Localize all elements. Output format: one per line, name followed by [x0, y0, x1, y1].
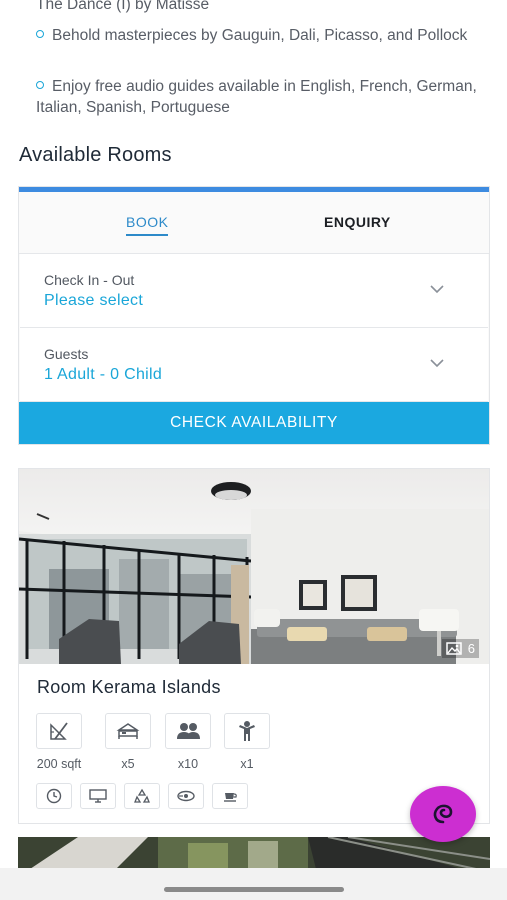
chat-fab-button[interactable]: [410, 786, 476, 842]
tab-book[interactable]: BOOK: [126, 214, 169, 236]
spec-beds: x5: [105, 713, 151, 771]
image-icon: [446, 642, 462, 655]
amenity-recycle: [124, 783, 160, 809]
tab-enquiry[interactable]: ENQUIRY: [324, 214, 391, 230]
check-in-out-label: Check In - Out: [44, 272, 135, 288]
fan-icon: [177, 790, 195, 802]
intro-top-line: The Dance (I) by Matisse: [36, 0, 210, 13]
amenity-coffee: [212, 783, 248, 809]
spec-adults: x10: [165, 713, 211, 771]
coffee-icon: [224, 793, 237, 802]
system-bottom-bar: [0, 868, 507, 900]
bed-icon: [116, 723, 140, 739]
circle-bullet-icon: [36, 81, 44, 89]
room-name[interactable]: Room Kerama Islands: [37, 677, 221, 698]
section-title: Available Rooms: [19, 144, 172, 166]
check-availability-button[interactable]: CHECK AVAILABILITY: [19, 402, 489, 444]
amenity-fan: [168, 783, 204, 809]
clock-icon: [46, 788, 62, 804]
spec-area: 200 sqft: [36, 713, 82, 771]
swirl-icon: [433, 804, 453, 824]
list-item-text: Behold masterpieces by Gauguin, Dali, Pi…: [52, 27, 468, 44]
area-icon: [50, 722, 68, 740]
room-card[interactable]: 6 Room Kerama Islands 200 sqft x5 x10 x1: [18, 468, 490, 824]
tv-icon: [89, 789, 107, 803]
adults-icon: [177, 723, 200, 739]
room-photo[interactable]: 6: [19, 469, 489, 664]
spec-caption: x10: [177, 757, 199, 771]
chevron-down-icon: [430, 285, 444, 294]
spec-caption: 200 sqft: [36, 757, 82, 771]
list-item-text: Enjoy free audio guides available in Eng…: [36, 78, 477, 116]
spec-caption: x1: [240, 757, 254, 771]
booking-tabs: BOOK ENQUIRY: [19, 192, 489, 254]
guests-label: Guests: [44, 346, 89, 362]
guests-value: 1 Adult - 0 Child: [44, 366, 163, 383]
child-icon: [239, 721, 255, 741]
guests-select[interactable]: Guests 1 Adult - 0 Child: [20, 328, 488, 402]
spec-caption: x5: [121, 757, 135, 771]
spec-children: x1: [224, 713, 270, 771]
check-in-out-value: Please select: [44, 292, 144, 309]
amenity-tv: [80, 783, 116, 809]
booking-widget: BOOK ENQUIRY Check In - Out Please selec…: [18, 186, 490, 445]
recycle-icon: [134, 788, 150, 803]
room-photo-image: [19, 469, 489, 664]
list-item: Behold masterpieces by Gauguin, Dali, Pi…: [36, 25, 491, 46]
chevron-down-icon: [430, 359, 444, 368]
photo-count-badge[interactable]: 6: [441, 639, 479, 658]
circle-bullet-icon: [36, 30, 44, 38]
list-item: Enjoy free audio guides available in Eng…: [36, 76, 491, 118]
check-in-out-select[interactable]: Check In - Out Please select: [20, 254, 488, 328]
photo-count: 6: [467, 641, 475, 656]
home-indicator[interactable]: [164, 887, 344, 892]
amenity-clock: [36, 783, 72, 809]
